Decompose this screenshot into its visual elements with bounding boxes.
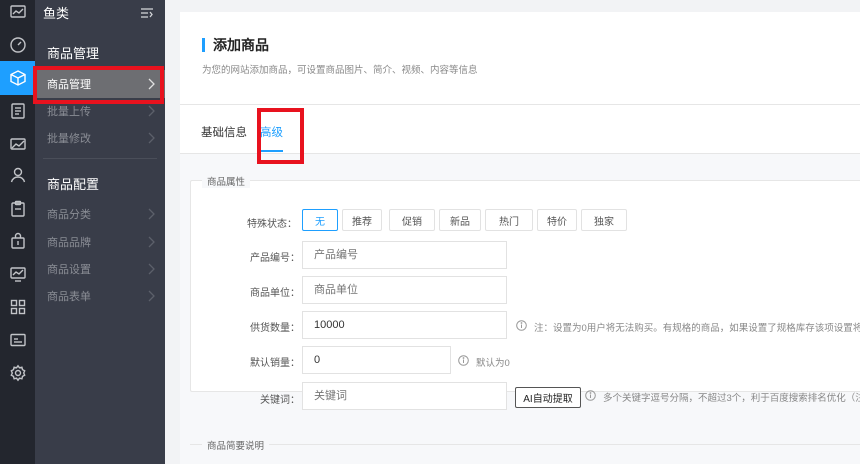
status-option-exclusive[interactable]: 独家 xyxy=(581,209,627,231)
sidebar-item-label: 商品品牌 xyxy=(47,237,91,249)
stock-label: 供货数量： xyxy=(250,323,300,334)
keywords-hint: 多个关键字逗号分隔，不超过3个，利于百度搜索排名优化（注 xyxy=(603,393,860,404)
unit-input[interactable] xyxy=(302,276,507,304)
page-title: 添加商品 xyxy=(202,38,269,52)
sidebar-title: 鱼类 xyxy=(43,6,70,21)
chevron-right-icon xyxy=(148,132,155,144)
apps-icon[interactable] xyxy=(0,290,35,324)
image-icon[interactable] xyxy=(0,127,35,161)
sidebar-item-forms[interactable]: 商品表单 xyxy=(35,282,165,310)
header-divider xyxy=(180,104,860,105)
monitor-icon[interactable] xyxy=(0,257,35,291)
status-option-promotion[interactable]: 促销 xyxy=(389,209,435,231)
summary-divider xyxy=(190,444,860,445)
bag-icon[interactable] xyxy=(0,224,35,258)
unit-label: 商品单位： xyxy=(250,288,300,299)
highlight-box-sidebar xyxy=(33,66,164,104)
sidebar-item-settings[interactable]: 商品设置 xyxy=(35,255,165,283)
status-option-special-price[interactable]: 特价 xyxy=(537,209,577,231)
chevron-right-icon xyxy=(148,263,155,275)
summary-legend: 商品简要说明 xyxy=(202,438,270,452)
sidebar-item-label: 商品设置 xyxy=(47,264,91,276)
user-icon[interactable] xyxy=(0,158,35,192)
status-option-recommend[interactable]: 推荐 xyxy=(342,209,382,231)
sidebar-item-brand[interactable]: 商品品牌 xyxy=(35,228,165,256)
highlight-box-tab xyxy=(257,108,304,164)
sidebar-item-label: 批量修改 xyxy=(47,133,91,145)
product-code-label: 产品编号： xyxy=(250,253,300,264)
stock-input[interactable]: 10000 xyxy=(302,311,507,339)
id-card-icon[interactable] xyxy=(0,323,35,357)
cube-icon[interactable] xyxy=(0,61,35,95)
sales-label: 默认销量： xyxy=(250,358,300,369)
sidebar-item-label: 商品分类 xyxy=(47,209,91,221)
special-status-label: 特殊状态： xyxy=(247,219,297,230)
info-icon xyxy=(458,355,469,366)
tab-basic-info[interactable]: 基础信息 xyxy=(201,124,247,140)
info-icon xyxy=(516,320,527,331)
chevron-right-icon xyxy=(148,236,155,248)
group-title-product-config[interactable]: 商品配置 xyxy=(47,174,99,193)
icon-rail xyxy=(0,0,35,464)
info-icon xyxy=(585,390,596,401)
collapse-menu-icon[interactable] xyxy=(140,6,154,20)
status-option-none[interactable]: 无 xyxy=(302,209,338,231)
clipboard-icon[interactable] xyxy=(0,192,35,226)
chevron-right-icon xyxy=(148,105,155,117)
sales-input[interactable]: 0 xyxy=(302,346,451,374)
status-option-new[interactable]: 新品 xyxy=(439,209,481,231)
keywords-input[interactable] xyxy=(302,382,507,410)
group-title-product-management[interactable]: 商品管理 xyxy=(47,43,99,62)
attributes-legend: 商品属性 xyxy=(202,174,251,188)
document-icon[interactable] xyxy=(0,94,35,128)
sidebar-item-label: 批量上传 xyxy=(47,106,91,118)
product-code-input[interactable] xyxy=(302,241,507,269)
sidebar-divider xyxy=(43,158,157,159)
main-content: 添加商品 为您的网站添加商品，可设置商品图片、简介、视频、内容等信息 基础信息 … xyxy=(165,0,860,464)
page-subtitle: 为您的网站添加商品，可设置商品图片、简介、视频、内容等信息 xyxy=(202,65,478,76)
stock-hint: 注：设置为0用户将无法购买。有规格的商品，如果设置了规格库存该项设置将失 xyxy=(534,323,860,334)
chevron-right-icon xyxy=(148,208,155,220)
sidebar-item-batch-edit[interactable]: 批量修改 xyxy=(35,124,165,152)
ai-extract-button[interactable]: AI自动提取 xyxy=(515,387,581,408)
settings-icon[interactable] xyxy=(0,356,35,390)
sales-hint: 默认为0 xyxy=(476,358,510,369)
status-option-hot[interactable]: 热门 xyxy=(485,209,533,231)
sidebar-item-label: 商品表单 xyxy=(47,291,91,303)
sidebar-item-category[interactable]: 商品分类 xyxy=(35,200,165,228)
sidebar-header: 鱼类 xyxy=(35,0,165,26)
keywords-label: 关键词： xyxy=(260,395,300,406)
chevron-right-icon xyxy=(148,290,155,302)
speed-icon[interactable] xyxy=(0,28,35,62)
dashboard-icon[interactable] xyxy=(0,0,35,29)
